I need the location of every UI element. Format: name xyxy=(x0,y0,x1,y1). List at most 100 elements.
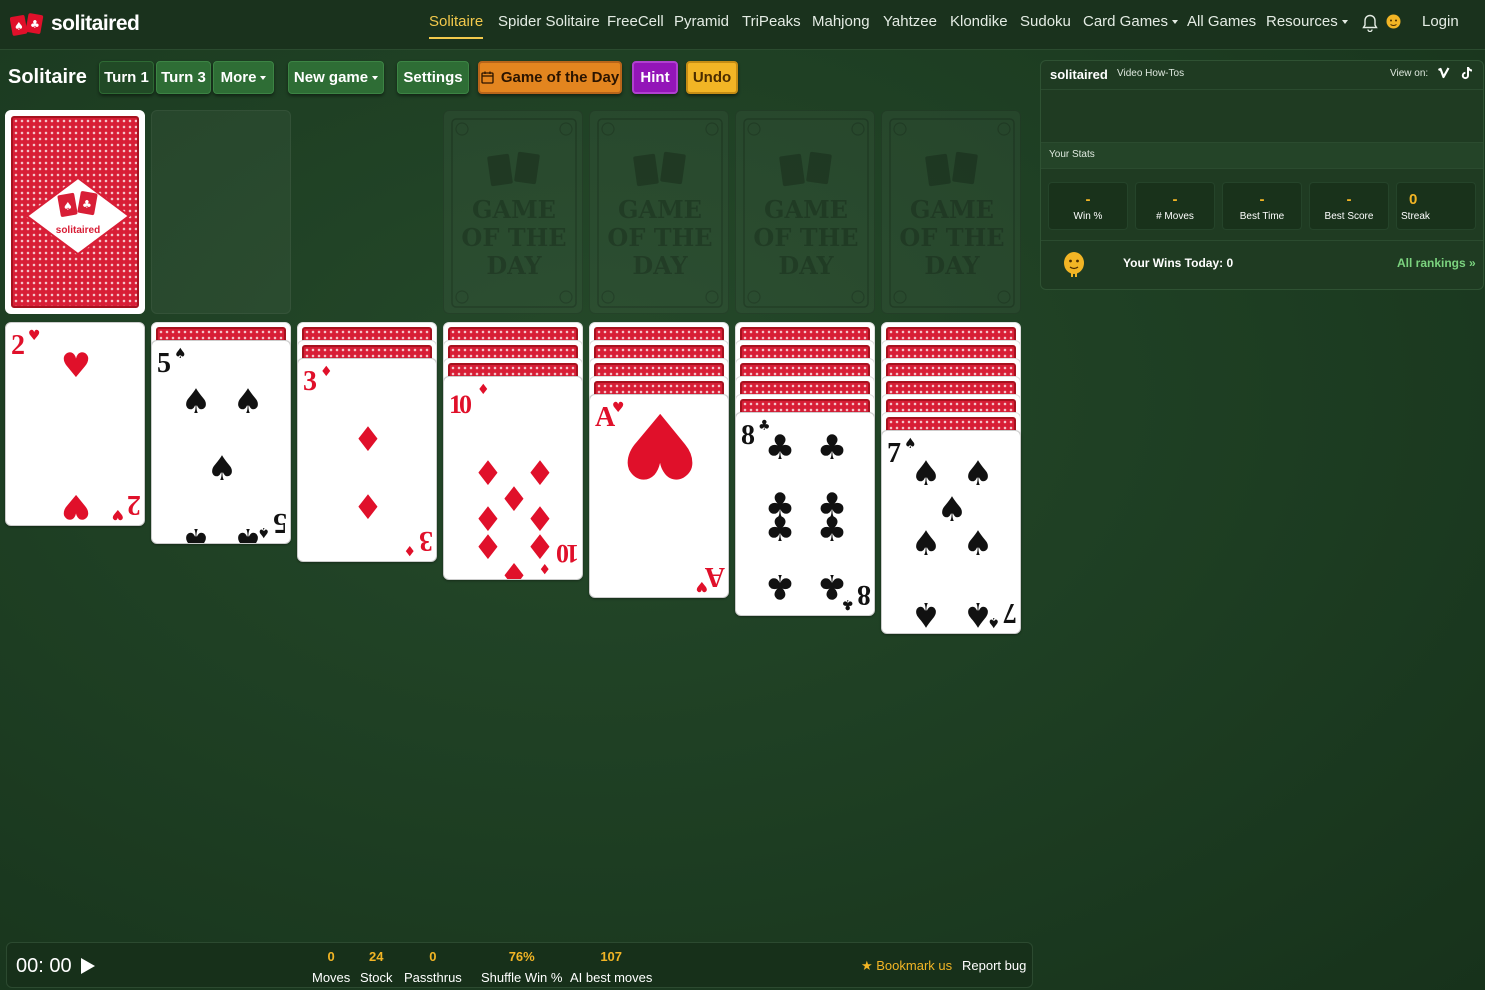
card-pip: ♠ xyxy=(911,524,941,564)
view-on-label: View on: xyxy=(1390,68,1429,79)
game-of-the-day-text: GAME xyxy=(764,195,848,224)
new-game-button[interactable]: New game xyxy=(288,61,384,94)
nav-solitaire[interactable]: Solitaire xyxy=(429,13,484,39)
solitaired-diamond-logo-icon: ♠ ♣ solitaired xyxy=(25,176,131,256)
game-of-the-day-text: DAY xyxy=(924,251,980,280)
page-title: Solitaire xyxy=(8,66,87,88)
card-rank-corner-bottom: 2 xyxy=(127,489,141,520)
status-label: Moves xyxy=(312,970,351,985)
status-stock: 24 Stock xyxy=(360,949,393,985)
playing-card-5-spades[interactable]: 5 ♠ 5 ♠ ♠ ♠ ♠ ♠ ♠ xyxy=(151,340,291,544)
status-shuffle-win: 76% Shuffle Win % xyxy=(481,949,562,985)
stat-streak: 0 Streak xyxy=(1396,182,1476,230)
play-icon[interactable] xyxy=(80,957,96,975)
status-moves: 0 Moves xyxy=(312,949,350,985)
waste-pile[interactable] xyxy=(151,110,291,314)
game-of-the-day-button[interactable]: Game of the Day xyxy=(478,61,622,94)
card-pip: ♠ xyxy=(963,454,993,494)
card-pip: ♠ xyxy=(181,520,211,544)
card-rank: 3 xyxy=(303,366,317,397)
card-suit-corner-bottom: ♦ xyxy=(403,542,416,558)
playing-card-A-hearts[interactable]: A ♥ A ♥ ♥ xyxy=(589,394,729,598)
status-bar: 00: 00 0 Moves 24 Stock 0 Passthrus 76% Shuf… xyxy=(6,942,1033,988)
hint-button[interactable]: Hint xyxy=(632,61,678,94)
chevron-down-icon xyxy=(260,75,267,80)
status-label: Shuffle Win % xyxy=(481,970,563,985)
report-bug-link[interactable]: Report bug xyxy=(962,958,1026,973)
foundation-slot[interactable]: GAME OF THE DAY xyxy=(881,110,1021,314)
login-link[interactable]: Login xyxy=(1422,13,1459,30)
bell-icon[interactable] xyxy=(1362,14,1378,32)
site-logo[interactable]: ♠ ♣ solitaired xyxy=(10,10,140,38)
card-pip: ♦ xyxy=(525,454,555,494)
card-rank: 5 xyxy=(157,348,171,379)
logo-cards-icon: ♠ ♣ xyxy=(10,13,44,36)
playing-card-2-hearts[interactable]: 2 ♥ 2 ♥ ♥ ♥ xyxy=(5,322,145,526)
game-of-the-day-text: OF THE xyxy=(461,223,566,252)
nav-card-games[interactable]: Card Games xyxy=(1083,13,1179,30)
bookmark-link[interactable]: ★ Bookmark us xyxy=(861,958,952,974)
nav-all-games[interactable]: All Games xyxy=(1187,13,1256,30)
more-button[interactable]: More xyxy=(213,61,274,94)
stat-label: # Moves xyxy=(1156,211,1194,222)
foundation-slot[interactable]: GAME OF THE DAY xyxy=(589,110,729,314)
card-suit-corner: ♦ xyxy=(320,364,333,380)
stock-pile[interactable]: ♠ ♣ solitaired xyxy=(5,110,145,314)
your-stats-header: Your Stats xyxy=(1049,149,1095,160)
playing-card-7-spades[interactable]: 7 ♠ 7 ♠ ♠ ♠ ♠ ♠ ♠ ♠ ♠ xyxy=(881,430,1021,634)
stat-value: - xyxy=(1346,191,1352,208)
tiktok-icon[interactable] xyxy=(1460,66,1474,80)
nav-resources[interactable]: Resources xyxy=(1266,13,1348,30)
vimeo-icon[interactable] xyxy=(1437,66,1451,80)
game-of-the-day-text: DAY xyxy=(486,251,542,280)
svg-text:♣: ♣ xyxy=(82,198,92,211)
nav-freecell[interactable]: FreeCell xyxy=(607,13,664,30)
card-suit-corner: ♠ xyxy=(174,346,187,362)
nav-sudoku[interactable]: Sudoku xyxy=(1020,13,1071,30)
status-value: 107 xyxy=(600,949,623,964)
settings-button[interactable]: Settings xyxy=(397,61,469,94)
card-pip: ♠ xyxy=(181,382,211,422)
card-pip: ♥ xyxy=(620,395,701,497)
card-rank-corner-bottom: 3 xyxy=(419,525,433,556)
stat-label: Streak xyxy=(1401,211,1430,222)
nav-spider-solitaire[interactable]: Spider Solitaire xyxy=(498,13,600,30)
card-pip: ♦ xyxy=(353,488,383,528)
svg-text:♠: ♠ xyxy=(14,20,24,33)
top-navbar: ♠ ♣ solitaired Solitaire Spider Solitair… xyxy=(0,0,1485,50)
game-of-the-day-placeholder: GAMEOF THEDAY xyxy=(743,118,869,308)
nav-mahjong[interactable]: Mahjong xyxy=(812,13,870,30)
video-player-area[interactable] xyxy=(1041,89,1483,143)
foundation-slot[interactable]: GAME OF THE DAY xyxy=(443,110,583,314)
logo-text: solitaired xyxy=(51,12,140,35)
turn-1-button[interactable]: Turn 1 xyxy=(99,61,154,94)
card-suit-corner: ♦ xyxy=(477,382,490,398)
mascot-avatar-icon xyxy=(1064,252,1084,277)
playing-card-8-clubs[interactable]: 8 ♣ 8 ♣ ♣ ♣ ♣ ♣ ♣ ♣ ♣ ♣ xyxy=(735,412,875,616)
status-ai-best-moves: 107 AI best moves xyxy=(570,949,652,985)
card-rank: 7 xyxy=(887,438,901,469)
playing-card-3-diamonds[interactable]: 3♦3♦♦♦♦ xyxy=(297,358,437,562)
chevron-down-icon xyxy=(372,75,379,80)
card-pip: ♠ xyxy=(911,454,941,494)
card-rank-corner-bottom: 8 xyxy=(857,579,871,610)
game-of-the-day-text: DAY xyxy=(778,251,834,280)
nav-yahtzee[interactable]: Yahtzee xyxy=(883,13,937,30)
game-of-the-day-placeholder: GAMEOF THEDAY xyxy=(889,118,1015,308)
status-passthrus: 0 Passthrus xyxy=(404,949,462,985)
all-rankings-link[interactable]: All rankings » xyxy=(1397,256,1476,270)
card-pip: ♣ xyxy=(765,566,795,606)
card-suit-corner-bottom: ♥ xyxy=(695,578,708,594)
turn-3-button[interactable]: Turn 3 xyxy=(156,61,211,94)
playing-card-10-diamonds[interactable]: 10♦10♦♦♦♦♦♦♦♦♦♦♦ xyxy=(443,376,583,580)
foundation-slot[interactable]: GAME OF THE DAY xyxy=(735,110,875,314)
undo-button[interactable]: Undo xyxy=(686,61,738,94)
game-of-the-day-text: GAME xyxy=(910,195,994,224)
nav-klondike[interactable]: Klondike xyxy=(950,13,1008,30)
wins-today-text: Your Wins Today: 0 xyxy=(1123,256,1234,270)
card-pip: ♠ xyxy=(963,594,993,634)
video-stats-panel: solitaired Video How-Tos View on: Your S… xyxy=(1040,60,1484,290)
user-avatar-icon[interactable] xyxy=(1385,13,1402,30)
nav-pyramid[interactable]: Pyramid xyxy=(674,13,729,30)
nav-tripeaks[interactable]: TriPeaks xyxy=(742,13,801,30)
